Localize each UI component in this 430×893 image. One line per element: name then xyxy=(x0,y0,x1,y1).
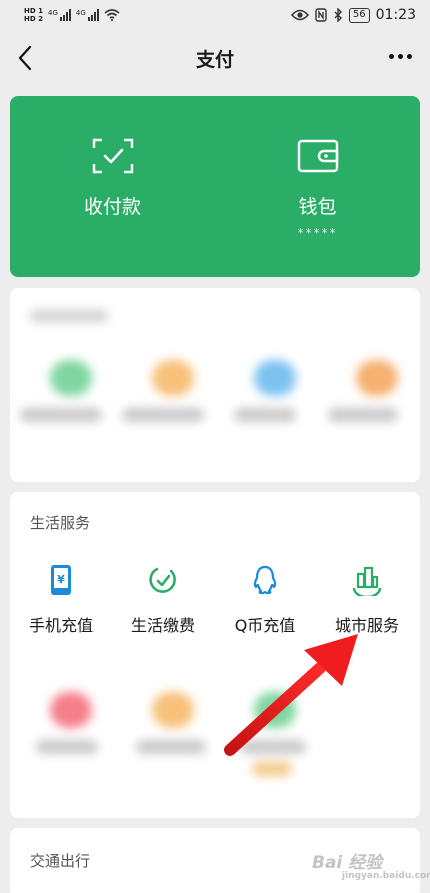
more-dot-icon xyxy=(389,54,394,59)
wallet-card: 收付款 钱包 ***** xyxy=(10,96,420,277)
watermark-subtext: jingyan.baidu.com xyxy=(342,871,430,881)
chevron-left-icon xyxy=(18,45,32,71)
wallet-icon xyxy=(297,139,339,173)
battery-indicator: 56 xyxy=(348,7,370,23)
status-right: 56 01:23 xyxy=(290,7,416,23)
blurred-label xyxy=(136,740,206,754)
blurred-label xyxy=(252,762,292,776)
hd-top-label: HD 1 xyxy=(24,7,43,15)
blurred-label xyxy=(36,740,98,754)
blurred-label xyxy=(122,408,204,422)
service-phone-recharge[interactable]: ¥ 手机充值 xyxy=(10,492,112,635)
net-label-1: 4G xyxy=(47,9,58,17)
pay-receive-label: 收付款 xyxy=(83,196,141,218)
hd-bottom-label: HD 2 xyxy=(24,15,43,23)
clock: 01:23 xyxy=(375,7,416,23)
scan-check-icon xyxy=(92,138,134,174)
wifi-icon xyxy=(104,9,120,21)
wallet-button[interactable]: 钱包 ***** xyxy=(215,96,420,277)
watermark: Bai 经验 jingyan.baidu.com xyxy=(312,848,430,881)
wallet-label: 钱包 xyxy=(298,196,337,218)
more-options-button[interactable] xyxy=(389,54,412,59)
city-service-icon xyxy=(352,566,382,596)
status-left: HD 1 HD 2 4G 4G xyxy=(24,7,120,23)
svg-text:¥: ¥ xyxy=(57,573,65,586)
blurred-content xyxy=(10,288,420,482)
bill-payment-icon xyxy=(149,567,176,593)
blurred-title xyxy=(30,310,108,322)
blurred-icon xyxy=(254,360,296,396)
pay-receive-button[interactable]: 收付款 xyxy=(10,96,215,277)
net-label-2: 4G xyxy=(75,9,86,17)
service-label: 手机充值 xyxy=(28,616,93,635)
hd-indicator: HD 1 HD 2 xyxy=(24,7,43,23)
bluetooth-icon xyxy=(334,8,342,22)
eye-icon xyxy=(290,9,309,21)
blurred-icon xyxy=(152,360,194,396)
status-bar: HD 1 HD 2 4G 4G 56 01:23 xyxy=(0,0,430,30)
service-label: 生活缴费 xyxy=(130,616,195,635)
phone-recharge-icon: ¥ xyxy=(51,565,71,595)
signal-icon-2: 4G xyxy=(76,9,99,21)
nfc-icon xyxy=(315,8,327,22)
more-dot-icon xyxy=(407,54,412,59)
blurred-icon xyxy=(50,692,92,728)
service-city-services[interactable]: 城市服务 xyxy=(316,492,418,635)
blurred-label xyxy=(20,408,102,422)
service-bill-payment[interactable]: 生活缴费 xyxy=(112,492,214,635)
blurred-icon xyxy=(50,360,92,396)
watermark-text: Bai 经验 xyxy=(312,853,383,873)
red-arrow-annotation xyxy=(224,634,358,756)
signal-icon-1: 4G xyxy=(48,9,71,21)
page-title: 支付 xyxy=(195,48,234,71)
blurred-icon xyxy=(152,692,194,728)
section-title: 交通出行 xyxy=(30,852,91,870)
blurred-label xyxy=(328,408,398,422)
blurred-icon xyxy=(356,360,398,396)
nav-bar: 支付 xyxy=(0,30,430,86)
blurred-label xyxy=(234,408,296,422)
back-button[interactable] xyxy=(14,44,38,72)
qq-coin-icon xyxy=(253,565,277,595)
more-dot-icon xyxy=(398,54,403,59)
blurred-services-section xyxy=(10,288,420,482)
service-qq-coin[interactable]: Q币充值 xyxy=(214,492,316,635)
wallet-balance-masked: ***** xyxy=(297,226,338,240)
